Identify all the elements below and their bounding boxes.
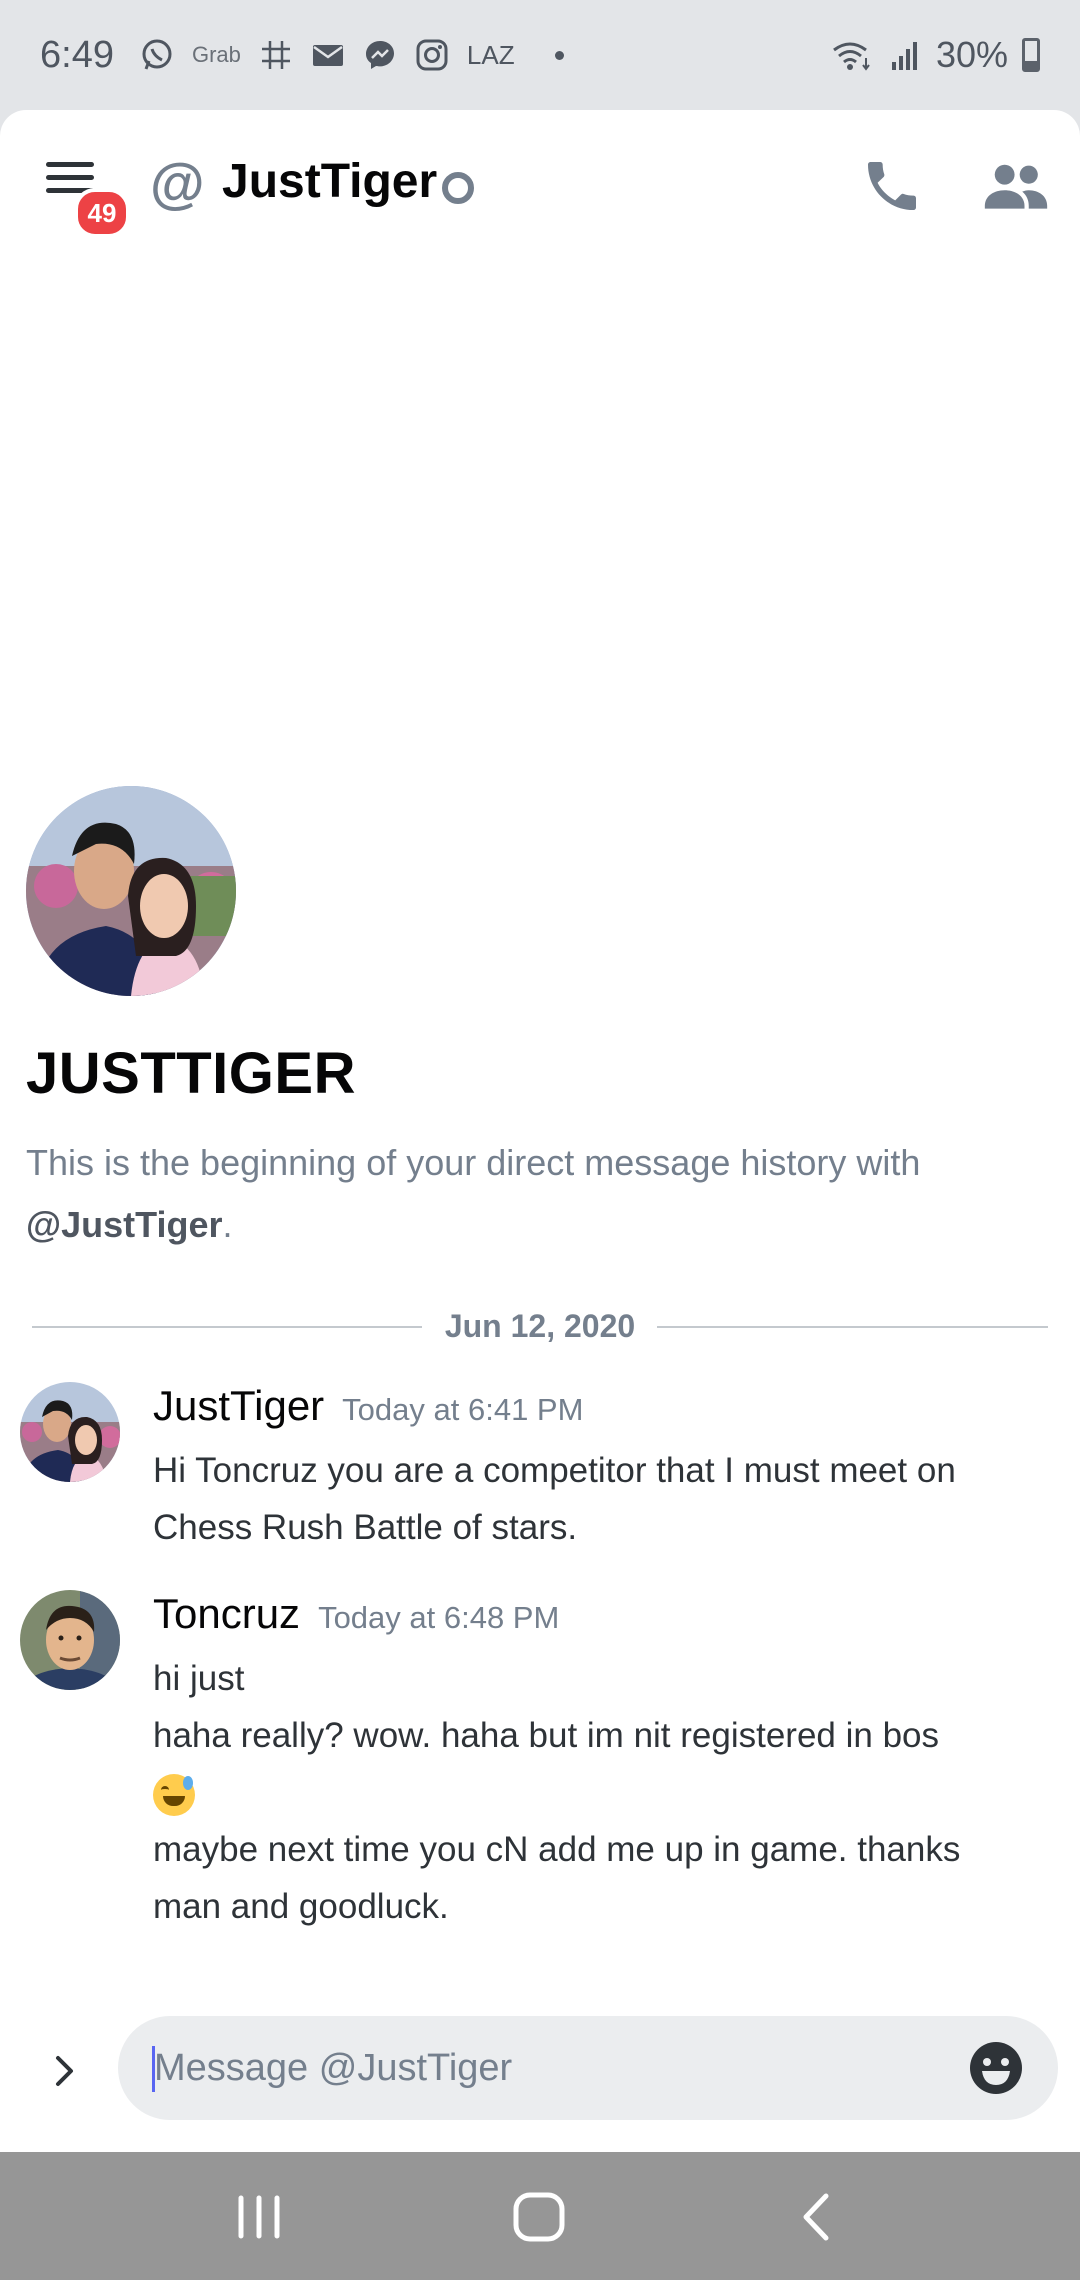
at-icon: @ [150, 151, 205, 214]
message-text-line: maybe next time you cN add me up in game… [153, 1830, 961, 1869]
back-icon [803, 2193, 829, 2241]
recents-icon [238, 2195, 280, 2239]
message-timestamp: Today at 6:48 PM [318, 1600, 560, 1635]
message-text-line: haha really? wow. haha but im nit regist… [153, 1716, 940, 1755]
intro-text-suffix: . [222, 1204, 233, 1245]
smiley-icon [970, 2042, 1022, 2094]
lazada-icon: LAZ [466, 39, 515, 70]
message-text-line: Hi Toncruz you are a competitor that I m… [153, 1451, 956, 1490]
grab-icon: Grab [191, 42, 241, 67]
message-input-container[interactable] [118, 2016, 1058, 2120]
message-input[interactable] [152, 2045, 948, 2091]
hash-icon [259, 38, 293, 72]
unread-badge: 49 [74, 188, 130, 238]
signal-icon [888, 38, 922, 72]
system-nav-bar [0, 2152, 1080, 2280]
call-button[interactable] [860, 154, 924, 218]
message-avatar[interactable] [20, 1382, 120, 1482]
back-button[interactable] [786, 2184, 852, 2250]
home-icon [513, 2192, 565, 2242]
intro-text-prefix: This is the beginning of your direct mes… [26, 1142, 921, 1183]
dm-screen: 49 @ JustTiger JUSTTIGER This is the beg… [0, 110, 1080, 2152]
recent-apps-button[interactable] [226, 2184, 292, 2250]
intro-title: JUSTTIGER [26, 1041, 356, 1106]
people-icon [984, 164, 1048, 209]
message-emoji-line [153, 1764, 1053, 1821]
battery-percent: 30% [935, 34, 1008, 75]
message-text-line: hi just [153, 1659, 245, 1698]
dot-icon [554, 50, 564, 60]
menu-icon [46, 162, 94, 167]
divider-date: Jun 12, 2020 [422, 1308, 658, 1344]
message-author[interactable]: JustTiger [153, 1382, 324, 1430]
battery-icon [1022, 38, 1040, 72]
date-divider: Jun 12, 2020 [32, 1306, 1048, 1346]
status-bar: 6:49 Grab LAZ 30% [0, 0, 1080, 110]
whatsapp-icon [140, 38, 174, 72]
intro-text: This is the beginning of your direct mes… [26, 1132, 1026, 1256]
dm-header: 49 @ JustTiger [0, 110, 1080, 260]
wifi-icon [830, 38, 874, 72]
message-avatar[interactable] [20, 1590, 120, 1690]
status-time: 6:49 [40, 33, 114, 76]
message-text-line: man and goodluck. [153, 1887, 449, 1926]
offline-status-icon [442, 172, 474, 204]
user-avatar-large [26, 786, 236, 996]
members-button[interactable] [982, 156, 1050, 216]
home-button[interactable] [506, 2184, 572, 2250]
dm-title: JustTiger [222, 155, 438, 208]
intro-mention[interactable]: @JustTiger [26, 1204, 223, 1245]
expand-actions-button[interactable] [40, 2046, 90, 2096]
emoji-picker-button[interactable] [968, 2040, 1024, 2096]
messenger-icon [363, 38, 397, 72]
chevron-right-icon [56, 2056, 73, 2086]
menu-icon-bar [46, 175, 94, 180]
message-author[interactable]: Toncruz [153, 1590, 300, 1638]
mail-icon [311, 38, 345, 72]
message-composer [0, 2016, 1080, 2126]
sweat-drop [183, 1775, 193, 1790]
message-timestamp: Today at 6:41 PM [342, 1392, 584, 1427]
text-caret [152, 2046, 155, 2092]
instagram-icon [415, 38, 449, 72]
message-text-line: Chess Rush Battle of stars. [153, 1508, 578, 1547]
grinning-sweat-emoji [153, 1773, 195, 1816]
phone-icon [868, 162, 916, 210]
